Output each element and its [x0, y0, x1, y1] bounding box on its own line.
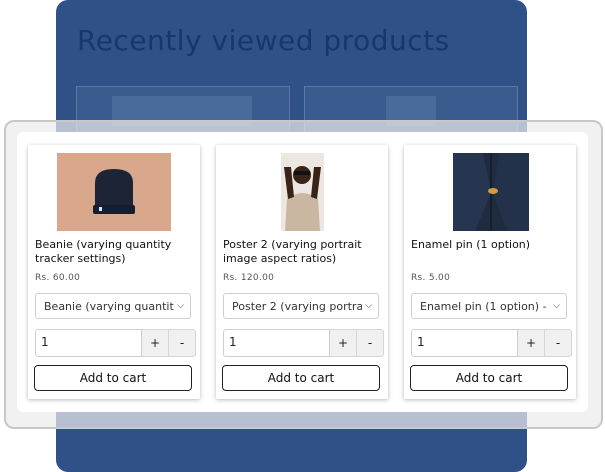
- add-to-cart-button[interactable]: Add to cart: [410, 365, 568, 391]
- product-price: Rs. 5.00: [411, 273, 451, 283]
- quantity-stepper: 1 + -: [35, 329, 197, 357]
- product-price: Rs. 60.00: [35, 273, 81, 283]
- poster-image[interactable]: [281, 153, 324, 231]
- product-card: Poster 2 (varying portrait image aspect …: [216, 145, 388, 399]
- variant-selected-value: Poster 2 (varying portrait: [232, 299, 362, 313]
- product-card: Enamel pin (1 option) Rs. 5.00 Enamel pi…: [404, 145, 576, 399]
- quantity-stepper: 1 + -: [411, 329, 573, 357]
- variant-selected-value: Enamel pin (1 option) - H: [420, 299, 550, 313]
- decrease-quantity-button[interactable]: -: [357, 329, 384, 357]
- quantity-input[interactable]: 1: [35, 329, 142, 357]
- product-price: Rs. 120.00: [223, 273, 275, 283]
- quantity-input[interactable]: 1: [411, 329, 518, 357]
- add-to-cart-button[interactable]: Add to cart: [222, 365, 380, 391]
- increase-quantity-button[interactable]: +: [518, 329, 545, 357]
- chevron-down-icon: ⌵: [365, 301, 372, 311]
- product-card: Beanie (varying quantity tracker setting…: [28, 145, 200, 399]
- quantity-input[interactable]: 1: [223, 329, 330, 357]
- chevron-down-icon: ⌵: [177, 301, 184, 311]
- add-to-cart-button[interactable]: Add to cart: [34, 365, 192, 391]
- decrease-quantity-button[interactable]: -: [169, 329, 196, 357]
- quantity-stepper: 1 + -: [223, 329, 385, 357]
- decrease-quantity-button[interactable]: -: [545, 329, 572, 357]
- product-name[interactable]: Poster 2 (varying portrait image aspect …: [223, 238, 383, 266]
- product-name[interactable]: Enamel pin (1 option): [411, 238, 571, 252]
- increase-quantity-button[interactable]: +: [142, 329, 169, 357]
- variant-select[interactable]: Enamel pin (1 option) - H ⌵: [411, 293, 567, 319]
- beanie-image[interactable]: [57, 153, 171, 231]
- variant-selected-value: Beanie (varying quantity: [44, 299, 174, 313]
- increase-quantity-button[interactable]: +: [330, 329, 357, 357]
- enamel-pin-image[interactable]: [453, 153, 529, 231]
- recently-viewed-title: Recently viewed products: [77, 24, 450, 57]
- variant-select[interactable]: Poster 2 (varying portrait ⌵: [223, 293, 379, 319]
- variant-select[interactable]: Beanie (varying quantity ⌵: [35, 293, 191, 319]
- product-name[interactable]: Beanie (varying quantity tracker setting…: [35, 238, 195, 266]
- chevron-down-icon: ⌵: [553, 301, 560, 311]
